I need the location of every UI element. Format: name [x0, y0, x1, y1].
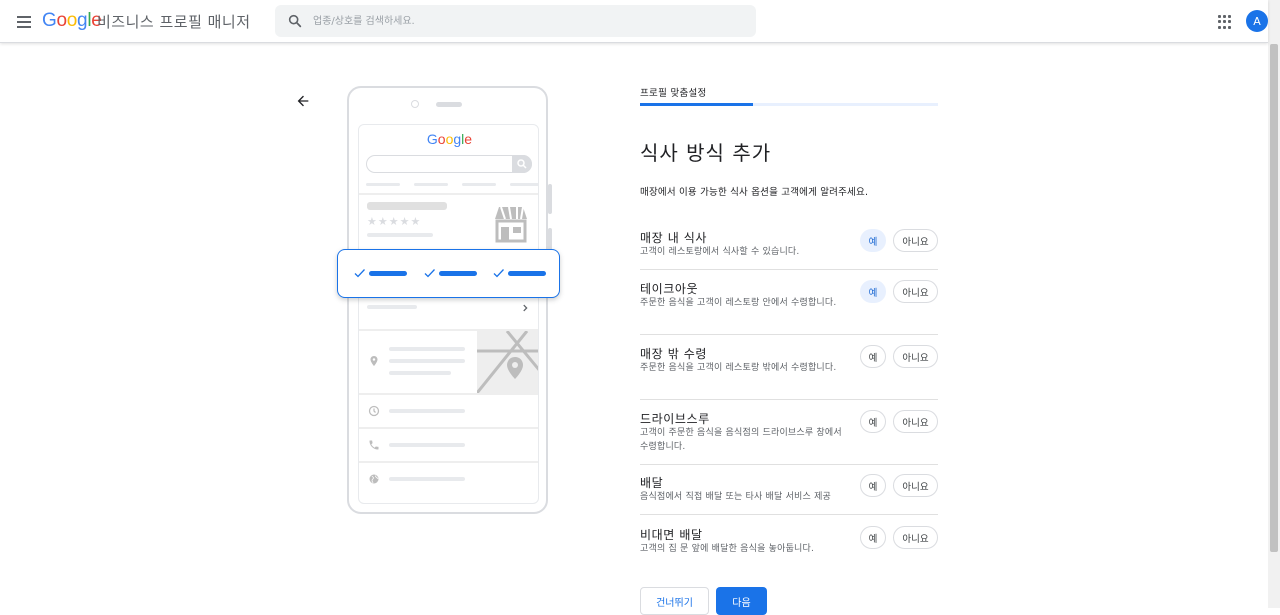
option-row-dine-in: 매장 내 식사 고객이 레스토랑에서 식사할 수 있습니다. 예 아니요: [640, 229, 938, 270]
placeholder-bar: [389, 359, 465, 363]
screen-divider: [359, 427, 538, 429]
no-button[interactable]: 아니요: [893, 474, 938, 497]
page-title: 식사 방식 추가: [640, 141, 772, 165]
yes-button[interactable]: 예: [860, 229, 886, 252]
option-description: 고객이 레스토랑에서 식사할 수 있습니다.: [640, 247, 800, 257]
no-button[interactable]: 아니요: [893, 345, 938, 368]
no-button[interactable]: 아니요: [893, 229, 938, 252]
placeholder-bar: [389, 371, 451, 375]
yes-button[interactable]: 예: [860, 526, 886, 549]
mini-search-bar: [366, 155, 532, 173]
option-title: 테이크아웃: [640, 282, 699, 296]
check-icon: [424, 269, 435, 278]
mini-map: [475, 330, 538, 394]
apps-grid-icon[interactable]: [1218, 15, 1232, 29]
yes-button[interactable]: 예: [860, 280, 886, 303]
skip-button[interactable]: 건너뛰기: [640, 587, 709, 615]
row-divider: [640, 399, 938, 400]
phone-speaker: [436, 102, 462, 107]
back-arrow-icon[interactable]: [295, 93, 311, 109]
check-item: [492, 267, 546, 279]
page-description: 매장에서 이용 가능한 식사 옵션을 고객에게 알려주세요.: [640, 187, 869, 198]
mini-tabs: [366, 183, 538, 186]
placeholder-bar: [367, 202, 447, 210]
option-row-takeout: 테이크아웃 주문한 음식을 고객이 레스토랑 안에서 수령합니다. 예 아니요: [640, 280, 938, 335]
option-description: 주문한 음식을 고객이 레스토랑 안에서 수령합니다.: [640, 298, 837, 308]
option-row-curbside: 매장 밖 수령 주문한 음식을 고객이 레스토랑 밖에서 수령합니다. 예 아니…: [640, 345, 938, 400]
no-button[interactable]: 아니요: [893, 280, 938, 303]
rating-stars: ★★★★★: [367, 215, 422, 228]
option-description: 고객의 집 문 앞에 배달한 음식을 놓아둡니다.: [640, 544, 815, 554]
next-button[interactable]: 다음: [716, 587, 767, 615]
step-progress-fill: [640, 103, 754, 106]
placeholder-bar: [389, 409, 465, 413]
phone-camera: [411, 100, 419, 108]
google-logo[interactable]: Google: [42, 10, 102, 32]
phone-icon: [369, 440, 379, 450]
product-name: 비즈니스 프로필 매니저: [97, 13, 251, 31]
yes-button[interactable]: 예: [860, 410, 886, 433]
option-description: 주문한 음식을 고객이 레스토랑 밖에서 수령합니다.: [640, 363, 837, 373]
option-title: 드라이브스루: [640, 412, 710, 426]
option-description: 음식점에서 직접 배달 또는 타사 배달 서비스 제공: [640, 492, 832, 502]
account-avatar[interactable]: A: [1246, 10, 1268, 32]
yes-button[interactable]: 예: [860, 474, 886, 497]
search-box[interactable]: [275, 5, 756, 37]
storefront-icon: [495, 206, 527, 243]
clock-icon: [368, 405, 380, 417]
phone-illustration: Google ★★★★★: [347, 86, 552, 514]
check-item: [423, 267, 477, 279]
search-icon: [288, 14, 302, 28]
checklist-card: [337, 249, 560, 298]
option-row-delivery: 배달 음식점에서 직접 배달 또는 타사 배달 서비스 제공 예 아니요: [640, 474, 938, 515]
no-button[interactable]: 아니요: [893, 410, 938, 433]
no-button[interactable]: 아니요: [893, 526, 938, 549]
placeholder-bar: [389, 477, 465, 481]
mini-google-logo: Google: [426, 131, 473, 147]
option-row-drive-through: 드라이브스루 고객이 주문한 음식을 음식점의 드라이브스루 창에서 수령합니다…: [640, 410, 938, 465]
map-roads: [475, 330, 538, 394]
option-title: 배달: [640, 476, 664, 490]
row-divider: [640, 464, 938, 465]
search-input[interactable]: [313, 5, 743, 37]
row-divider: [640, 514, 938, 515]
placeholder-bar: [389, 347, 465, 351]
option-title: 매장 밖 수령: [640, 347, 708, 361]
check-icon: [493, 269, 504, 278]
screen-divider: [359, 461, 538, 463]
row-divider: [640, 334, 938, 335]
placeholder-bar: [367, 233, 433, 237]
top-app-bar: Google 비즈니스 프로필 매니저 A: [0, 0, 1268, 43]
globe-icon: [369, 474, 379, 484]
mini-search-button: [512, 155, 532, 173]
main-menu-icon[interactable]: [14, 12, 34, 32]
phone-side-button: [548, 184, 552, 214]
scrollbar-thumb[interactable]: [1270, 44, 1278, 552]
check-item: [353, 267, 407, 279]
step-label: 프로필 맞춤설정: [640, 88, 707, 99]
placeholder-bar: [389, 443, 465, 447]
option-title: 비대면 배달: [640, 528, 703, 542]
location-pin-icon: [370, 356, 378, 366]
yes-button[interactable]: 예: [860, 345, 886, 368]
option-description: 고객이 주문한 음식을 음식점의 드라이브스루 창에서 수령합니다.: [640, 428, 842, 452]
phone-screen: Google ★★★★★: [358, 124, 539, 504]
screen-divider: [359, 393, 538, 395]
check-icon: [354, 269, 365, 278]
screen-divider: [359, 193, 538, 195]
option-row-contactless-delivery: 비대면 배달 고객의 집 문 앞에 배달한 음식을 놓아둡니다. 예 아니요: [640, 526, 938, 556]
step-progress: [640, 103, 938, 106]
chevron-right-icon: [523, 304, 528, 312]
option-title: 매장 내 식사: [640, 231, 708, 245]
mini-search-icon: [517, 159, 527, 169]
row-divider: [640, 269, 938, 270]
page-scrollbar[interactable]: [1268, 0, 1280, 608]
placeholder-bar: [367, 305, 417, 309]
